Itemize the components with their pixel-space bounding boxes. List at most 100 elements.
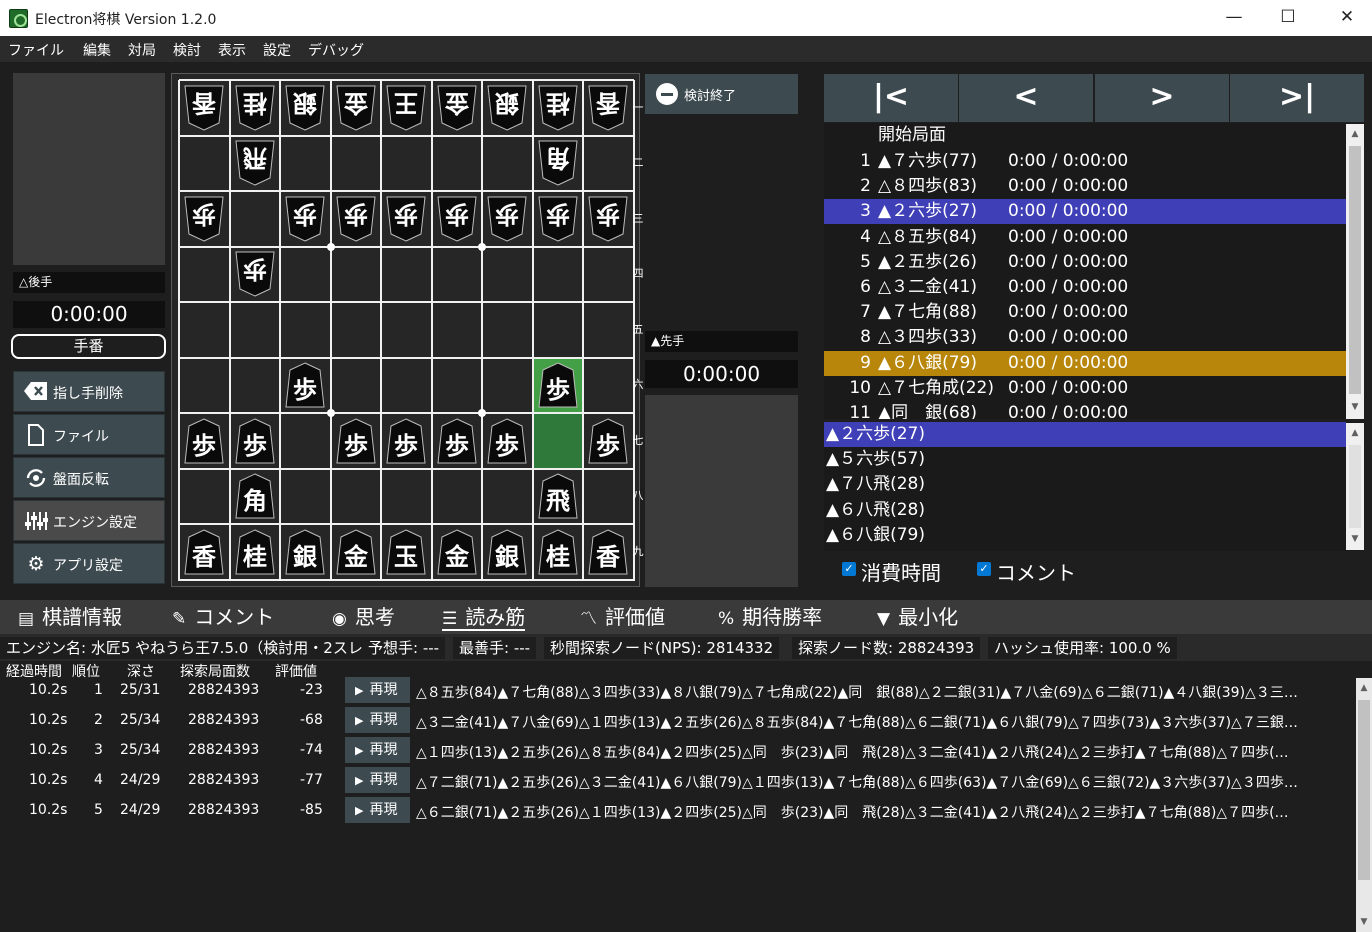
gote-piece[interactable]: 歩 — [436, 195, 478, 243]
show-time-checkbox[interactable]: ✓ — [842, 562, 856, 576]
menu-settings[interactable]: 設定 — [263, 40, 291, 60]
sente-piece[interactable]: 香 — [587, 528, 629, 576]
menu-game[interactable]: 対局 — [128, 40, 156, 60]
record-scrollbar[interactable]: ▲ ▼ — [1346, 124, 1364, 419]
gote-piece[interactable]: 桂 — [234, 84, 276, 132]
replay-button[interactable]: ▶ 再現 — [345, 677, 410, 703]
app-settings-button[interactable]: ⚙ アプリ設定 — [13, 543, 165, 584]
sente-piece[interactable]: 銀 — [486, 528, 528, 576]
gote-piece[interactable]: 金 — [436, 84, 478, 132]
record-row[interactable]: 1 ▲７六歩(77) 0:00 / 0:00:00 — [824, 149, 1346, 174]
file-button[interactable]: ファイル — [13, 414, 165, 455]
sente-piece[interactable]: 歩 — [183, 417, 225, 465]
scroll-down-icon[interactable]: ▼ — [1346, 399, 1364, 416]
candidate-row[interactable]: ▲７八飛(28) — [824, 472, 1346, 497]
engine-settings-button[interactable]: エンジン設定 — [13, 500, 165, 541]
record-row[interactable]: 10 △７七角成(22) 0:00 / 0:00:00 — [824, 376, 1346, 401]
scroll-down-icon[interactable]: ▼ — [1356, 914, 1372, 931]
gote-piece[interactable]: 香 — [587, 84, 629, 132]
gote-piece[interactable]: 歩 — [537, 195, 579, 243]
maximize-button[interactable]: ☐ — [1265, 0, 1311, 36]
gote-piece[interactable]: 銀 — [284, 84, 326, 132]
scroll-up-icon[interactable]: ▲ — [1346, 425, 1364, 442]
menu-view[interactable]: 表示 — [218, 40, 246, 60]
sente-piece[interactable]: 桂 — [537, 528, 579, 576]
sente-piece[interactable]: 歩 — [537, 361, 579, 409]
minimize-button[interactable]: — — [1211, 0, 1257, 36]
sente-piece[interactable]: 歩 — [234, 417, 276, 465]
sente-piece[interactable]: 桂 — [234, 528, 276, 576]
sente-piece[interactable]: 歩 — [284, 361, 326, 409]
sente-piece[interactable]: 銀 — [284, 528, 326, 576]
sente-piece[interactable]: 飛 — [537, 472, 579, 520]
replay-button[interactable]: ▶ 再現 — [345, 767, 410, 793]
replay-button[interactable]: ▶ 再現 — [345, 737, 410, 763]
record-row[interactable]: 2 △８四歩(83) 0:00 / 0:00:00 — [824, 174, 1346, 199]
gote-piece[interactable]: 歩 — [335, 195, 377, 243]
end-analysis-button[interactable]: 検討終了 — [645, 74, 798, 114]
close-button[interactable]: ✕ — [1324, 0, 1370, 36]
record-row[interactable]: 6 △３二金(41) 0:00 / 0:00:00 — [824, 275, 1346, 300]
tab-evaluation[interactable]: 〽評価値 — [580, 603, 665, 631]
candidate-scrollbar[interactable]: ▲ ▼ — [1346, 423, 1364, 550]
gote-piece[interactable]: 歩 — [183, 195, 225, 243]
tab-comment[interactable]: ✎ コメント — [172, 603, 274, 631]
replay-button[interactable]: ▶ 再現 — [345, 707, 410, 733]
scroll-thumb[interactable] — [1349, 146, 1361, 394]
menu-edit[interactable]: 編集 — [83, 40, 111, 60]
tab-pv[interactable]: ☰ 読み筋 — [442, 603, 526, 631]
record-row[interactable]: 9 ▲６八銀(79) 0:00 / 0:00:00 — [824, 350, 1346, 376]
nav-next-button[interactable]: > — [1095, 74, 1229, 122]
sente-piece[interactable]: 金 — [335, 528, 377, 576]
scroll-thumb[interactable] — [1358, 700, 1370, 880]
menu-file[interactable]: ファイル — [8, 40, 64, 60]
gote-piece[interactable]: 王 — [385, 84, 427, 132]
record-row[interactable]: 7 ▲７七角(88) 0:00 / 0:00:00 — [824, 300, 1346, 325]
sente-piece[interactable]: 歩 — [335, 417, 377, 465]
gote-piece[interactable]: 香 — [183, 84, 225, 132]
nav-prev-button[interactable]: < — [959, 74, 1093, 122]
record-row[interactable]: 8 △３四歩(33) 0:00 / 0:00:00 — [824, 325, 1346, 350]
scroll-down-icon[interactable]: ▼ — [1346, 531, 1364, 548]
candidate-row[interactable]: ▲６八銀(79) — [824, 523, 1346, 548]
candidate-row[interactable]: ▲６八飛(28) — [824, 498, 1346, 523]
sente-piece[interactable]: 玉 — [385, 528, 427, 576]
nav-first-button[interactable]: |< — [824, 74, 958, 122]
pv-scrollbar[interactable]: ▲ ▼ — [1356, 678, 1372, 932]
menu-analysis[interactable]: 検討 — [173, 40, 201, 60]
scroll-up-icon[interactable]: ▲ — [1356, 680, 1372, 697]
record-row[interactable]: 4 △８五歩(84) 0:00 / 0:00:00 — [824, 225, 1346, 250]
gote-piece[interactable]: 金 — [335, 84, 377, 132]
record-row[interactable]: 3 ▲２六歩(27) 0:00 / 0:00:00 — [824, 199, 1346, 225]
gote-piece[interactable]: 歩 — [587, 195, 629, 243]
gote-piece[interactable]: 歩 — [234, 250, 276, 298]
sente-piece[interactable]: 金 — [436, 528, 478, 576]
sente-piece[interactable]: 角 — [234, 472, 276, 520]
tab-minimize[interactable]: ▼ 最小化 — [877, 603, 958, 631]
sente-piece[interactable]: 歩 — [587, 417, 629, 465]
gote-piece[interactable]: 歩 — [284, 195, 326, 243]
menu-debug[interactable]: デバッグ — [308, 40, 364, 60]
show-comment-checkbox[interactable]: ✓ — [977, 562, 991, 576]
gote-piece[interactable]: 角 — [537, 139, 579, 187]
sente-piece[interactable]: 歩 — [486, 417, 528, 465]
gote-piece[interactable]: 銀 — [486, 84, 528, 132]
gote-piece[interactable]: 歩 — [385, 195, 427, 243]
delete-move-button[interactable]: 指し手削除 — [13, 371, 165, 412]
shogi-board[interactable]: 香桂銀金王金銀桂香飛角歩歩歩歩歩歩歩歩歩歩歩歩歩歩歩歩歩歩角飛香桂銀金玉金銀桂香 — [171, 73, 640, 587]
tab-record-info[interactable]: ▤ 棋譜情報 — [18, 603, 122, 631]
record-start-row[interactable]: 開始局面 — [878, 123, 946, 148]
gote-piece[interactable]: 飛 — [234, 139, 276, 187]
record-row[interactable]: 5 ▲２五歩(26) 0:00 / 0:00:00 — [824, 250, 1346, 275]
replay-button[interactable]: ▶ 再現 — [345, 797, 410, 823]
sente-piece[interactable]: 歩 — [436, 417, 478, 465]
sente-piece[interactable]: 歩 — [385, 417, 427, 465]
scroll-up-icon[interactable]: ▲ — [1346, 126, 1364, 143]
nav-last-button[interactable]: >| — [1230, 74, 1364, 122]
gote-piece[interactable]: 桂 — [537, 84, 579, 132]
tab-win-rate[interactable]: % 期待勝率 — [718, 603, 822, 631]
sente-piece[interactable]: 香 — [183, 528, 225, 576]
tab-thinking[interactable]: ◉ 思考 — [332, 603, 395, 631]
scroll-thumb[interactable] — [1349, 445, 1361, 528]
flip-board-button[interactable]: 盤面反転 — [13, 457, 165, 498]
